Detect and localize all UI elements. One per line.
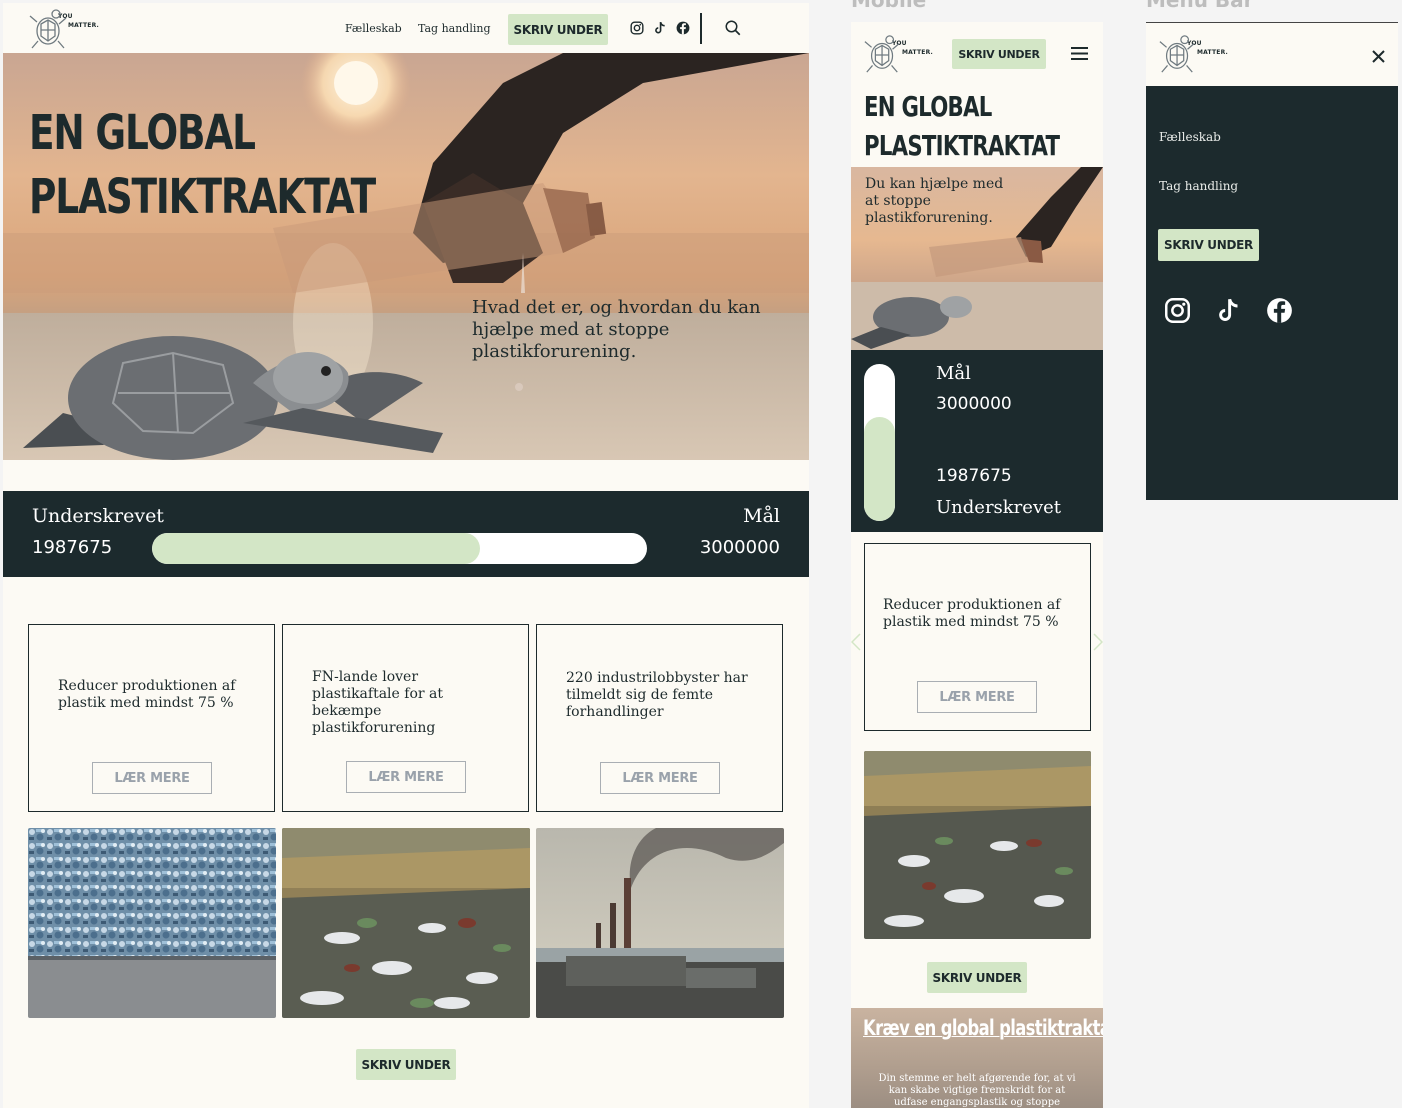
card-text: FN-lande lover plastikaftale for at bekæ…: [312, 669, 443, 736]
mobile-petition-banner: Kræv en global plastiktraktat Din stemme…: [851, 1008, 1103, 1108]
info-card: FN-lande lover plastikaftale for at bekæ…: [282, 624, 529, 812]
learn-more-button[interactable]: LÆR MERE: [917, 681, 1037, 713]
sign-button-mobile[interactable]: SKRIV UNDER: [927, 962, 1027, 993]
turtle-logo-icon: [1159, 35, 1195, 73]
hero-section: EN GLOBAL PLASTIKTRAKTAT Hvad det er, og…: [3, 53, 809, 460]
card-text: 220 industrilobbyster har tilmeldt sig d…: [566, 670, 748, 720]
turtle-logo-icon: [864, 35, 900, 73]
hero-subtitle: Hvad det er, og hvordan du kan hjælpe me…: [472, 297, 761, 362]
sign-button-menu[interactable]: SKRIV UNDER: [1158, 229, 1259, 261]
mobile-hero-title: EN GLOBAL PLASTIKTRAKTAT: [864, 90, 1060, 162]
mobile-goal-value: 3000000: [936, 394, 1012, 414]
sign-button-mobile-header[interactable]: SKRIV UNDER: [952, 39, 1046, 69]
banner-text: Din stemme er helt afgørende for, at vi …: [878, 1073, 1076, 1108]
tiktok-icon[interactable]: [1215, 297, 1242, 324]
menu-frame: YOU MATTER. Fælleskab Tag handling SKRIV…: [1146, 22, 1398, 500]
signed-label: Underskrevet: [32, 505, 164, 527]
photo-factory: [536, 828, 784, 1018]
menu-icon[interactable]: [1071, 47, 1088, 60]
logo-menu[interactable]: YOU MATTER.: [1158, 32, 1228, 76]
mobile-signature-progress: Mål 3000000 1987675 Underskrevet: [851, 350, 1103, 532]
desktop-frame: YOU MATTER. Fælleskab Tag handling SKRIV…: [3, 3, 809, 1108]
mobile-photo-polluted-river: [864, 751, 1091, 939]
logo-mobile[interactable]: YOU MATTER.: [863, 32, 933, 76]
banner-title: Kræv en global plastiktraktat: [863, 1016, 1103, 1040]
nav-link-faelleskab[interactable]: Fælleskab: [345, 22, 402, 35]
mobile-signed-label: Underskrevet: [936, 497, 1061, 518]
menu-social-links: [1164, 297, 1293, 324]
hero-title: EN GLOBAL PLASTIKTRAKTAT: [29, 105, 376, 225]
progress-bar: [152, 533, 647, 564]
instagram-icon[interactable]: [1164, 297, 1191, 324]
facebook-icon[interactable]: [1266, 297, 1293, 324]
goal-label: Mål: [743, 505, 780, 527]
mobile-hero-text: Du kan hjælpe med at stoppe plastikforur…: [865, 176, 1004, 226]
nav-link-tag-handling[interactable]: Tag handling: [418, 22, 491, 35]
menu-link-tag-handling[interactable]: Tag handling: [1159, 179, 1238, 193]
signed-value: 1987675: [32, 537, 113, 558]
info-card: Reducer produktionen af plastik med mind…: [28, 624, 275, 812]
close-icon[interactable]: [1372, 50, 1385, 63]
site-header: YOU MATTER. Fælleskab Tag handling SKRIV…: [3, 3, 809, 53]
social-links: [630, 21, 690, 35]
card-text: Reducer produktionen af plastik med mind…: [58, 678, 236, 711]
turtle-logo-icon: [29, 9, 67, 49]
vertical-progress-fill: [864, 416, 895, 521]
mobile-signed-value: 1987675: [936, 466, 1012, 486]
facebook-icon[interactable]: [676, 21, 690, 35]
mobile-goal-label: Mål: [936, 363, 971, 384]
photo-plastic-bales: [28, 828, 276, 1018]
carousel-next-icon[interactable]: [1093, 633, 1103, 651]
menu-header: YOU MATTER.: [1146, 23, 1398, 86]
goal-value: 3000000: [699, 537, 780, 558]
carousel-prev-icon[interactable]: [851, 633, 861, 651]
progress-bar-fill: [152, 533, 480, 564]
learn-more-button[interactable]: LÆR MERE: [92, 762, 212, 794]
info-card: 220 industrilobbyster har tilmeldt sig d…: [536, 624, 783, 812]
card-text: Reducer produktionen af plastik med mind…: [883, 597, 1061, 630]
photo-polluted-river: [282, 828, 530, 1018]
header-divider: [700, 13, 702, 44]
instagram-icon[interactable]: [630, 21, 644, 35]
frame-label-menu: Menu Bar: [1146, 0, 1254, 12]
vertical-progress-bar: [864, 364, 895, 521]
learn-more-button[interactable]: LÆR MERE: [600, 762, 720, 794]
sign-button-bottom[interactable]: SKRIV UNDER: [356, 1049, 456, 1080]
learn-more-button[interactable]: LÆR MERE: [346, 761, 466, 793]
polluted-river-image: [864, 751, 1091, 939]
mobile-info-card: Reducer produktionen af plastik med mind…: [864, 543, 1091, 731]
plastic-bales-image: [28, 828, 276, 1018]
factory-image: [536, 828, 784, 1018]
polluted-river-image: [282, 828, 530, 1018]
sign-button-header[interactable]: SKRIV UNDER: [508, 14, 608, 45]
frame-label-mobile: Mobile: [851, 0, 927, 12]
mobile-hero: Du kan hjælpe med at stoppe plastikforur…: [851, 167, 1103, 350]
logo[interactable]: YOU MATTER.: [28, 6, 99, 52]
menu-link-faelleskab[interactable]: Fælleskab: [1159, 130, 1221, 144]
mobile-frame: YOU MATTER. SKRIV UNDER EN GLOBAL PLASTI…: [851, 22, 1103, 1108]
tiktok-icon[interactable]: [653, 21, 667, 35]
search-icon[interactable]: [724, 19, 742, 37]
signature-progress: Underskrevet Mål 1987675 3000000: [3, 491, 809, 577]
